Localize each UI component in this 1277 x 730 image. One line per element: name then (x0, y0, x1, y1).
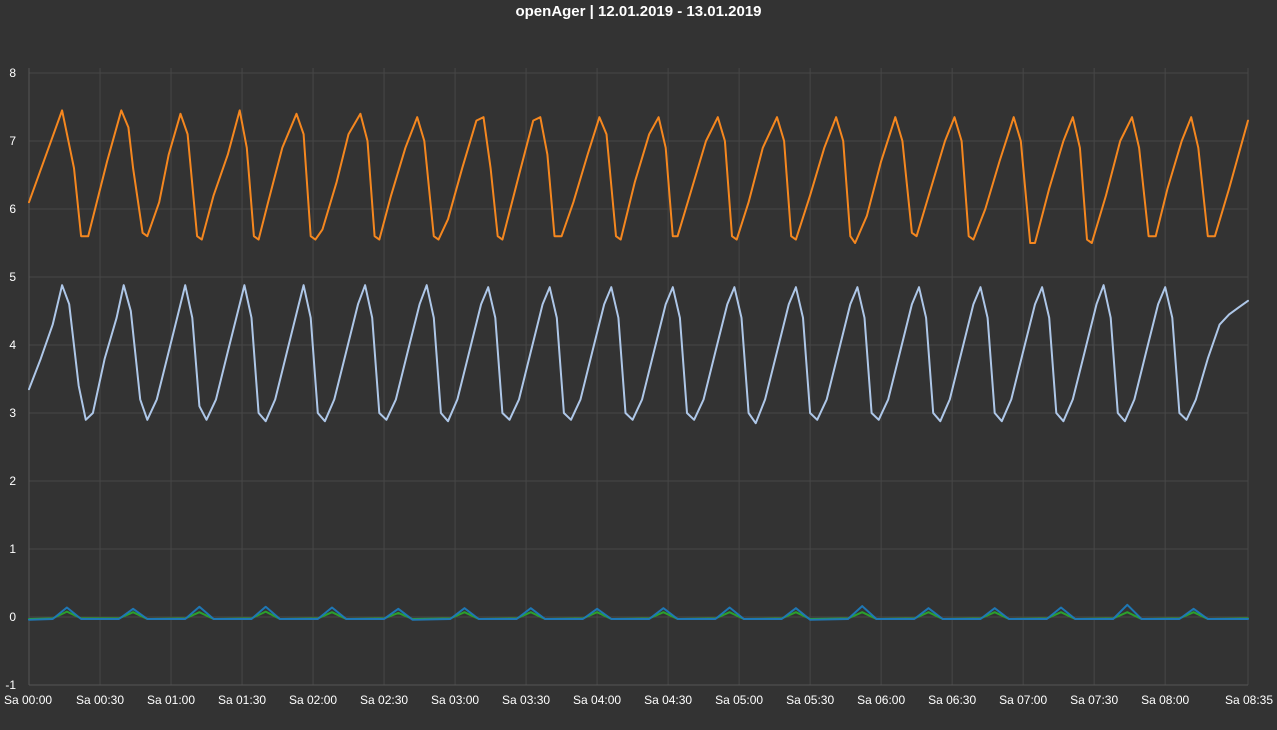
series-line-0 (28, 109, 1249, 244)
series-line-1 (28, 284, 1249, 425)
x-tick-label: Sa 04:00 (573, 693, 621, 707)
x-tick-label: Sa 01:00 (147, 693, 195, 707)
x-tick-label: Sa 00:30 (76, 693, 124, 707)
x-tick-label: Sa 02:30 (360, 693, 408, 707)
x-tick-label: Sa 04:30 (644, 693, 692, 707)
x-tick-label: Sa 02:00 (289, 693, 337, 707)
x-tick-label: Sa 08:35 (1225, 693, 1273, 707)
y-tick-label: 4 (9, 338, 16, 352)
y-tick-label: 0 (9, 610, 16, 624)
y-tick-label: -1 (5, 678, 16, 692)
x-tick-label: Sa 05:00 (715, 693, 763, 707)
x-tick-label: Sa 00:00 (4, 693, 52, 707)
x-tick-label: Sa 05:30 (786, 693, 834, 707)
x-tick-label: Sa 06:00 (857, 693, 905, 707)
y-tick-label: 5 (9, 270, 16, 284)
line-chart: -1 0 1 2 3 4 5 6 7 8 Sa 00:00 Sa 00:30 Sa 01:00 Sa 01… (4, 66, 1273, 707)
x-tick-label: Sa 03:00 (431, 693, 479, 707)
grid (28, 68, 1249, 686)
series-lines (28, 109, 1249, 621)
x-tick-label: Sa 07:00 (999, 693, 1047, 707)
x-tick-label: Sa 06:30 (928, 693, 976, 707)
y-tick-label: 7 (9, 134, 16, 148)
y-tick-label: 2 (9, 474, 16, 488)
x-tick-label: Sa 03:30 (502, 693, 550, 707)
y-tick-label: 3 (9, 406, 16, 420)
y-tick-label: 6 (9, 202, 16, 216)
x-tick-label: Sa 08:00 (1141, 693, 1189, 707)
x-tick-label: Sa 01:30 (218, 693, 266, 707)
y-tick-label: 8 (9, 66, 16, 80)
x-tick-label: Sa 07:30 (1070, 693, 1118, 707)
y-tick-label: 1 (9, 542, 16, 556)
